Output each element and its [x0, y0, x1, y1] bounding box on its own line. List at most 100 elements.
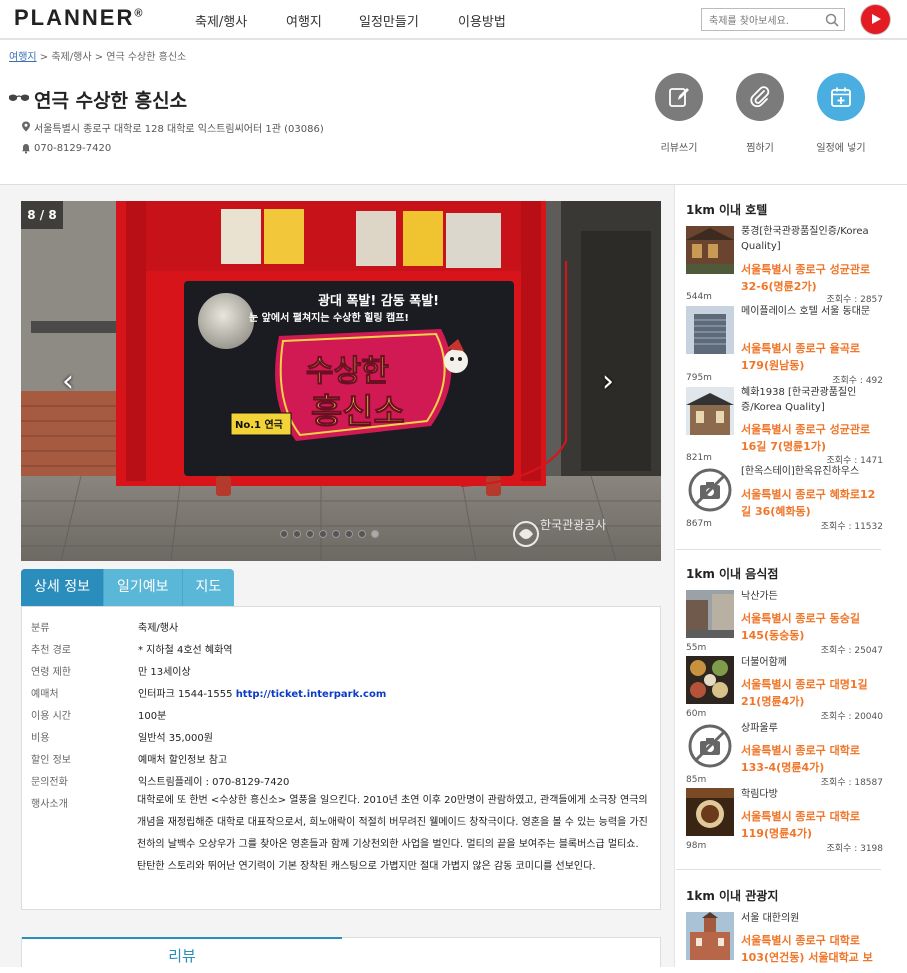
pencil-icon — [669, 88, 689, 107]
hotel-address[interactable]: 서울특별시 종로구 성균관로 32-6(명륜2가) — [741, 261, 881, 295]
like-button[interactable] — [736, 73, 784, 121]
info-label-contact: 문의전화 — [31, 777, 68, 788]
hotel-views: 조회수 : 11532 — [820, 522, 883, 532]
search-box — [701, 8, 845, 32]
restaurant-name[interactable]: 학림다방 — [741, 787, 881, 802]
info-value-cost: 일반석 35,000원 — [138, 733, 213, 744]
sight-name[interactable]: 서울 대한의원 — [741, 911, 881, 926]
section-divider — [676, 869, 881, 870]
section-divider — [676, 549, 881, 550]
hotel-photo — [686, 306, 734, 354]
nearby-hotels-title: 1km 이내 호텔 — [686, 203, 768, 217]
hotel-thumbnail[interactable] — [686, 387, 734, 435]
slide-dot[interactable] — [319, 530, 327, 538]
restaurant-distance: 55m — [686, 643, 707, 653]
search-icon[interactable] — [825, 13, 839, 27]
hotel-address[interactable]: 서울특별시 종로구 혜화로12길 36(혜화동) — [741, 486, 881, 520]
slide-dot[interactable] — [358, 530, 366, 538]
info-label-duration: 이용 시간 — [31, 711, 71, 722]
hotel-name[interactable]: 혜화1938 [한국관광품질인증/Korea Quality] — [741, 385, 881, 415]
tab-weather[interactable]: 일기예보 — [104, 569, 183, 606]
sign-title-line1: 수상한 — [306, 354, 389, 389]
slide-counter: 8 / 8 — [21, 201, 63, 229]
slide-dot[interactable] — [280, 530, 288, 538]
glasses-icon — [9, 94, 29, 101]
hotel-thumbnail[interactable] — [686, 306, 734, 354]
no-image-thumbnail[interactable] — [686, 722, 734, 770]
restaurant-name[interactable]: 낙산가든 — [741, 589, 881, 604]
review-write-button[interactable] — [655, 73, 703, 121]
restaurant-distance: 60m — [686, 709, 707, 719]
breadcrumb-home[interactable]: 여행지 — [9, 52, 37, 63]
restaurant-distance: 85m — [686, 775, 707, 785]
tab-details[interactable]: 상세 정보 — [21, 569, 104, 606]
hotel-photo — [686, 387, 734, 435]
nearby-sights-title: 1km 이내 관광지 — [686, 889, 779, 903]
info-value-discount: 예매처 할인정보 참고 — [138, 755, 228, 766]
youtube-icon[interactable] — [861, 5, 890, 34]
restaurant-thumbnail[interactable] — [686, 590, 734, 638]
restaurant-views: 조회수 : 3198 — [826, 844, 884, 854]
info-value-age: 만 13세이상 — [138, 667, 191, 678]
restaurant-address[interactable]: 서울특별시 종로구 대명1길 21(명륜4가) — [741, 676, 881, 710]
slide-dot[interactable] — [293, 530, 301, 538]
nav-destination[interactable]: 여행지 — [286, 11, 322, 30]
restaurant-photo — [686, 656, 734, 704]
booking-link[interactable]: http://ticket.interpark.com — [236, 689, 387, 700]
bell-icon — [22, 144, 30, 154]
tab-map[interactable]: 지도 — [183, 569, 235, 606]
next-arrow-icon[interactable]: › — [602, 367, 614, 397]
info-value-booking: 인터파크 1544-1555 http://ticket.interpark.c… — [138, 685, 386, 700]
hotel-name[interactable]: 메이플레이스 호텔 서울 동대문 — [741, 304, 881, 319]
search-input[interactable] — [702, 11, 817, 32]
page-title: 연극 수상한 흥신소 — [34, 90, 188, 112]
sign-headline: 광대 폭발! 감동 폭발! — [318, 293, 439, 309]
restaurant-address[interactable]: 서울특별시 종로구 대학로 133-4(명륜4가) — [741, 742, 881, 776]
nav-how-to-use[interactable]: 이용방법 — [458, 11, 506, 30]
restaurant-thumbnail[interactable] — [686, 788, 734, 836]
slide-dot[interactable] — [306, 530, 314, 538]
tab-review[interactable]: 리뷰 — [22, 937, 342, 968]
paperclip-icon — [750, 86, 770, 108]
hotel-name[interactable]: [한옥스테이]한옥유진하우스 — [741, 464, 881, 479]
hotel-name[interactable]: 풍경[한국관광품질인증/Korea Quality] — [741, 224, 881, 254]
nav-festival[interactable]: 축제/행사 — [195, 11, 247, 30]
sight-address[interactable]: 서울특별시 종로구 대학로 103(연건동) 서울대학교 보 — [741, 932, 881, 967]
no-camera-icon — [688, 468, 732, 512]
breadcrumb-category[interactable]: 축제/행사 — [51, 52, 91, 63]
slide-dot[interactable] — [332, 530, 340, 538]
info-label-cost: 비용 — [31, 733, 50, 744]
slide-dot[interactable] — [345, 530, 353, 538]
add-to-schedule-button[interactable] — [817, 73, 865, 121]
hotel-thumbnail[interactable] — [686, 226, 734, 274]
sight-thumbnail[interactable] — [686, 912, 734, 960]
location-pin-icon — [22, 121, 30, 132]
restaurant-address[interactable]: 서울특별시 종로구 대학로 119(명륜4가) — [741, 808, 881, 842]
slide-dots — [280, 523, 384, 538]
no-image-thumbnail[interactable] — [686, 466, 734, 514]
detail-tabs: 상세 정보 일기예보 지도 — [21, 569, 235, 606]
hotel-distance: 544m — [686, 292, 712, 302]
info-value-route: * 지하철 4호선 혜화역 — [138, 645, 233, 656]
hotel-address[interactable]: 서울특별시 종로구 율곡로 179(원남동) — [741, 340, 881, 374]
info-label-booking: 예매처 — [31, 689, 59, 700]
restaurant-name[interactable]: 상파울루 — [741, 721, 881, 736]
restaurant-thumbnail[interactable] — [686, 656, 734, 704]
add-to-schedule-label: 일정에 넣기 — [816, 143, 866, 154]
slide-dot[interactable] — [371, 530, 379, 538]
info-value-contact: 익스트림플레이 : 070-8129-7420 — [138, 777, 290, 788]
restaurant-address[interactable]: 서울특별시 종로구 동숭길 145(동숭동) — [741, 610, 881, 644]
sign-title-line2: 흥신소 — [311, 392, 405, 432]
prev-arrow-icon[interactable]: ‹ — [62, 367, 74, 397]
hotel-address[interactable]: 서울특별시 종로구 성균관로16길 7(명륜1가) — [741, 421, 881, 455]
breadcrumb-separator: > — [39, 52, 52, 63]
booking-text: 인터파크 1544-1555 — [138, 689, 233, 700]
restaurant-name[interactable]: 더불어함께 — [741, 655, 881, 670]
nav-make-schedule[interactable]: 일정만들기 — [359, 11, 419, 30]
info-label-age: 연령 제한 — [31, 667, 71, 678]
info-label-category: 분류 — [31, 623, 50, 634]
planner-logo[interactable]: PLANNER® — [14, 5, 142, 31]
nearby-restaurants-title: 1km 이내 음식점 — [686, 567, 779, 581]
sign-badge: No.1 연극 — [235, 418, 283, 431]
info-label-discount: 할인 정보 — [31, 755, 71, 766]
